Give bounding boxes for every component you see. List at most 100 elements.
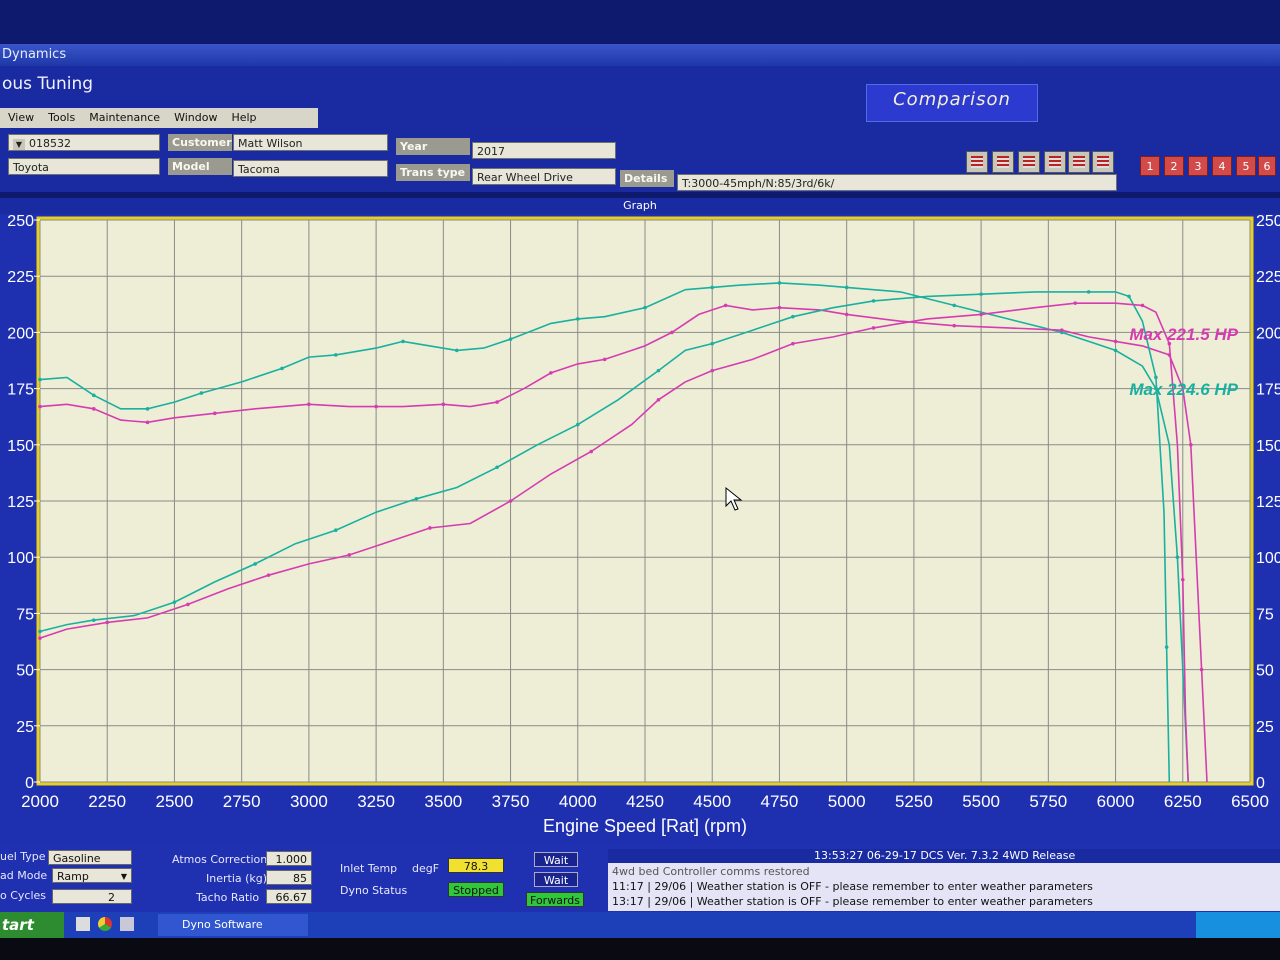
dyno-status-label: Dyno Status <box>340 884 408 897</box>
x-tick-label: 2750 <box>223 792 261 811</box>
x-tick-label: 4000 <box>559 792 597 811</box>
y-tick-label-right: 125 <box>1256 494 1280 511</box>
inertia-label: Inertia (kg) <box>206 872 268 885</box>
y-tick-label-left: 200 <box>7 325 34 342</box>
list-icon[interactable] <box>1092 151 1114 173</box>
app-title: ous Tuning <box>2 74 94 94</box>
run-button-2[interactable]: 2 <box>1164 156 1184 176</box>
data-point <box>1086 290 1091 294</box>
graph-view-icon[interactable] <box>966 151 988 173</box>
model-field[interactable]: Tacoma <box>233 160 388 177</box>
details-field[interactable]: T:3000-45mph/N:85/3rd/6k/ <box>677 174 1117 191</box>
data-point <box>602 357 607 362</box>
y-tick-label-right: 250 <box>1256 214 1280 230</box>
system-tray <box>1196 912 1280 938</box>
data-point <box>280 366 284 371</box>
id-field[interactable]: ▼ 018532 <box>8 134 160 151</box>
log-header: 13:53:27 06-29-17 DCS Ver. 7.3.2 4WD Rel… <box>608 849 1280 863</box>
y-tick-label-left: 150 <box>7 438 34 455</box>
inertia-field[interactable]: 85 <box>266 870 312 885</box>
menu-bar: View Tools Maintenance Window Help <box>0 108 318 128</box>
tacho-ratio-label: Tacho Ratio <box>196 891 260 904</box>
data-point <box>1059 328 1064 332</box>
y-tick-label-right: 50 <box>1256 663 1274 680</box>
data-point <box>253 562 257 566</box>
data-point <box>844 312 849 317</box>
run-button-1[interactable]: 1 <box>1140 156 1160 176</box>
y-tick-label-right: 0 <box>1256 775 1265 792</box>
data-point <box>374 404 378 409</box>
data-point <box>38 377 42 382</box>
data-point <box>347 553 352 557</box>
fuel-type-field[interactable]: Gasoline <box>48 850 132 865</box>
x-tick-label: 3500 <box>424 792 462 811</box>
run-button-3[interactable]: 3 <box>1188 156 1208 176</box>
y-tick-label-left: 25 <box>16 719 34 736</box>
data-point <box>1127 294 1131 299</box>
tacho-ratio-field[interactable]: 66.67 <box>266 889 312 904</box>
line-tool-icon[interactable] <box>992 151 1014 173</box>
data-point <box>656 398 661 402</box>
x-tick-label: 4500 <box>693 792 731 811</box>
customer-field[interactable]: Matt Wilson <box>233 134 388 151</box>
quicklaunch-browser-icon[interactable] <box>98 917 112 931</box>
data-point <box>1113 339 1118 344</box>
data-point <box>91 393 96 398</box>
print-icon[interactable] <box>1044 151 1066 173</box>
menu-window[interactable]: Window <box>174 108 217 128</box>
menu-tools[interactable]: Tools <box>48 108 75 128</box>
data-point <box>454 348 459 353</box>
monitor-bezel <box>0 938 1280 960</box>
x-tick-label: 2000 <box>21 792 59 811</box>
load-mode-select[interactable]: Ramp ▼ <box>52 868 132 883</box>
year-field[interactable]: 2017 <box>472 142 616 159</box>
data-point <box>670 330 674 335</box>
data-point <box>145 407 150 411</box>
data-point <box>710 341 715 346</box>
year-label: Year <box>396 138 470 155</box>
y-tick-label-right: 175 <box>1256 382 1280 399</box>
run-button-5[interactable]: 5 <box>1236 156 1256 176</box>
data-point <box>791 314 795 319</box>
log-line: 13:17 | 29/06 | Weather station is OFF -… <box>612 895 1093 908</box>
taskbar-item-dyno-software[interactable]: Dyno Software <box>158 914 308 936</box>
run-button-6[interactable]: 6 <box>1258 156 1276 176</box>
graph-panel-title: Graph <box>0 198 1280 214</box>
menu-view[interactable]: View <box>8 108 34 128</box>
y-tick-label-right: 100 <box>1256 550 1280 567</box>
quicklaunch-folder-icon[interactable] <box>120 917 134 931</box>
inlet-temp-value: 78.3 <box>448 858 504 873</box>
log-line: 4wd bed Controller comms restored <box>612 865 810 878</box>
y-tick-label-left: 225 <box>7 269 34 286</box>
data-point <box>91 618 96 622</box>
data-point <box>777 305 782 310</box>
menu-maintenance[interactable]: Maintenance <box>89 108 160 128</box>
x-tick-label: 5000 <box>828 792 866 811</box>
atmos-correction-field[interactable]: 1.000 <box>266 851 312 866</box>
start-button[interactable]: tart <box>0 912 64 938</box>
data-point <box>1164 645 1169 649</box>
data-point <box>91 407 96 411</box>
y-tick-label-right: 200 <box>1256 325 1280 342</box>
data-point <box>871 299 876 303</box>
max-hp-annotation-teal: Max 224.6 HP <box>1129 380 1238 399</box>
data-point <box>333 528 338 533</box>
layout-icon[interactable] <box>1068 151 1090 173</box>
compare-icon[interactable] <box>1018 151 1040 173</box>
quicklaunch-desktop-icon[interactable] <box>76 917 90 931</box>
data-point <box>186 602 190 607</box>
wait-button-1[interactable]: Wait <box>534 852 578 867</box>
y-tick-label-left: 50 <box>16 663 34 680</box>
make-field[interactable]: Toyota <box>8 158 160 175</box>
forwards-button[interactable]: Forwards <box>526 892 584 907</box>
data-point <box>952 303 957 308</box>
data-point <box>414 496 419 501</box>
comparison-button[interactable]: Comparison <box>866 84 1038 122</box>
trans-type-field[interactable]: Rear Wheel Drive <box>472 168 616 185</box>
data-point <box>643 305 647 310</box>
menu-help[interactable]: Help <box>231 108 256 128</box>
wait-button-2[interactable]: Wait <box>534 872 578 887</box>
run-button-4[interactable]: 4 <box>1212 156 1232 176</box>
cycles-select[interactable]: 2 <box>52 889 132 904</box>
x-tick-label: 4250 <box>626 792 664 811</box>
